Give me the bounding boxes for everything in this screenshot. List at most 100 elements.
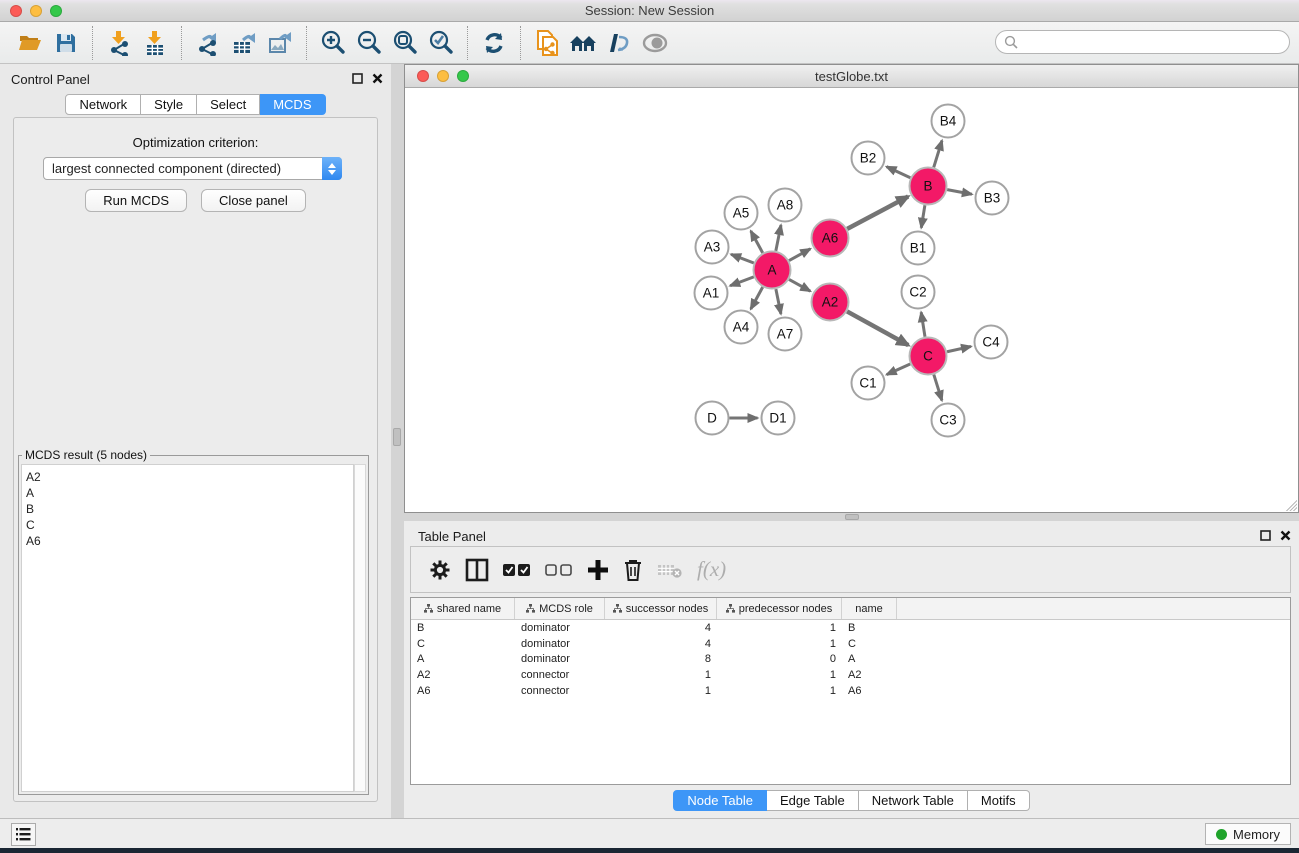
table-cell[interactable]: A — [842, 653, 897, 665]
list-item[interactable]: A — [26, 485, 353, 501]
tab-mcds[interactable]: MCDS — [260, 94, 325, 115]
float-panel-icon[interactable] — [352, 73, 363, 84]
table-cell[interactable]: B — [842, 622, 897, 634]
import-network-icon[interactable] — [101, 26, 137, 60]
table-cell[interactable]: A2 — [411, 669, 515, 681]
vertical-splitter[interactable] — [391, 64, 404, 818]
zoom-out-icon[interactable] — [351, 26, 387, 60]
graph-edge[interactable] — [887, 364, 911, 375]
tab-edge-table[interactable]: Edge Table — [767, 790, 859, 811]
list-item[interactable]: C — [26, 517, 353, 533]
float-panel-icon[interactable] — [1260, 530, 1271, 541]
column-header[interactable]: name — [842, 598, 897, 619]
table-cell[interactable]: dominator — [515, 638, 605, 650]
list-item[interactable]: B — [26, 501, 353, 517]
table-row[interactable]: Adominator80A — [411, 651, 1290, 667]
tab-node-table[interactable]: Node Table — [673, 790, 767, 811]
mcds-result-list[interactable]: A2ABCA6 — [21, 464, 354, 792]
show-columns-icon[interactable] — [465, 555, 489, 585]
export-network-icon[interactable] — [190, 26, 226, 60]
table-cell[interactable]: 1 — [717, 622, 842, 634]
table-cell[interactable]: 4 — [605, 622, 717, 634]
graph-edge[interactable] — [947, 346, 971, 351]
table-cell[interactable]: 1 — [605, 685, 717, 697]
window-resize-grip[interactable] — [1284, 498, 1297, 511]
horizontal-splitter[interactable] — [404, 513, 1299, 521]
first-neighbors-icon[interactable] — [565, 26, 601, 60]
tab-select[interactable]: Select — [197, 94, 260, 115]
table-cell[interactable]: A6 — [411, 685, 515, 697]
table-cell[interactable]: B — [411, 622, 515, 634]
graph-edge[interactable] — [921, 205, 925, 228]
table-cell[interactable]: 4 — [605, 638, 717, 650]
select-all-icon[interactable] — [503, 555, 531, 585]
graph-edge[interactable] — [751, 287, 763, 309]
table-row[interactable]: Bdominator41B — [411, 620, 1290, 636]
list-item[interactable]: A6 — [26, 533, 353, 549]
table-cell[interactable]: C — [411, 638, 515, 650]
close-panel-icon[interactable] — [1280, 530, 1291, 541]
mcds-list-scrollbar[interactable] — [354, 464, 366, 792]
run-mcds-button[interactable]: Run MCDS — [85, 189, 187, 212]
tab-style[interactable]: Style — [141, 94, 197, 115]
import-table-icon[interactable] — [137, 26, 173, 60]
table-row[interactable]: A6connector11A6 — [411, 683, 1290, 699]
apply-layout-icon[interactable] — [476, 26, 512, 60]
graph-edge[interactable] — [730, 277, 754, 286]
tab-motifs[interactable]: Motifs — [968, 790, 1030, 811]
close-panel-button[interactable]: Close panel — [201, 189, 306, 212]
graph-edge[interactable] — [751, 231, 763, 253]
node-table[interactable]: shared nameMCDS rolesuccessor nodesprede… — [410, 597, 1291, 785]
table-row[interactable]: Cdominator41C — [411, 636, 1290, 652]
zoom-selected-icon[interactable] — [423, 26, 459, 60]
network-canvas[interactable]: AA1A2A3A4A5A6A7A8BB1B2B3B4CC1C2C3C4DD1 — [405, 88, 1298, 512]
table-row[interactable]: A2connector11A2 — [411, 667, 1290, 683]
task-history-button[interactable] — [11, 823, 36, 846]
graph-edge[interactable] — [934, 375, 942, 401]
close-panel-icon[interactable] — [372, 73, 383, 84]
deselect-all-icon[interactable] — [545, 555, 573, 585]
table-cell[interactable]: dominator — [515, 653, 605, 665]
column-header[interactable]: MCDS role — [515, 598, 605, 619]
splitter-handle[interactable] — [845, 514, 859, 520]
add-row-icon[interactable] — [587, 555, 609, 585]
tab-network[interactable]: Network — [65, 94, 141, 115]
show-graphics-details-icon[interactable] — [601, 26, 637, 60]
search-field[interactable] — [995, 30, 1290, 54]
hide-graphics-details-icon[interactable] — [637, 26, 673, 60]
list-item[interactable]: A2 — [26, 469, 353, 485]
table-cell[interactable]: connector — [515, 669, 605, 681]
table-cell[interactable]: A6 — [842, 685, 897, 697]
column-header[interactable]: predecessor nodes — [717, 598, 842, 619]
table-cell[interactable]: 1 — [717, 638, 842, 650]
table-cell[interactable]: A — [411, 653, 515, 665]
graph-edge[interactable] — [921, 312, 925, 336]
graph-edge[interactable] — [789, 249, 810, 261]
table-cell[interactable]: dominator — [515, 622, 605, 634]
open-session-icon[interactable] — [12, 26, 48, 60]
table-settings-icon[interactable] — [429, 555, 451, 585]
table-cell[interactable]: 1 — [605, 669, 717, 681]
graph-edge[interactable] — [847, 311, 908, 345]
criterion-dropdown[interactable]: largest connected component (directed) — [43, 157, 342, 180]
export-table-icon[interactable] — [226, 26, 262, 60]
graph-edge[interactable] — [789, 279, 810, 291]
table-cell[interactable]: A2 — [842, 669, 897, 681]
table-cell[interactable]: 0 — [717, 653, 842, 665]
graph-edge[interactable] — [731, 254, 754, 263]
search-input[interactable] — [1019, 35, 1289, 49]
delete-row-icon[interactable] — [623, 555, 643, 585]
tab-network-table[interactable]: Network Table — [859, 790, 968, 811]
column-header[interactable]: successor nodes — [605, 598, 717, 619]
function-builder-icon[interactable]: f(x) — [697, 555, 726, 585]
graph-edge[interactable] — [847, 197, 908, 229]
splitter-handle[interactable] — [393, 428, 401, 446]
table-cell[interactable]: 1 — [717, 685, 842, 697]
graph-edge[interactable] — [934, 141, 942, 168]
zoom-in-icon[interactable] — [315, 26, 351, 60]
zoom-fit-icon[interactable] — [387, 26, 423, 60]
save-session-icon[interactable] — [48, 26, 84, 60]
graph-edge[interactable] — [887, 167, 911, 178]
table-cell[interactable]: 1 — [717, 669, 842, 681]
table-cell[interactable]: 8 — [605, 653, 717, 665]
